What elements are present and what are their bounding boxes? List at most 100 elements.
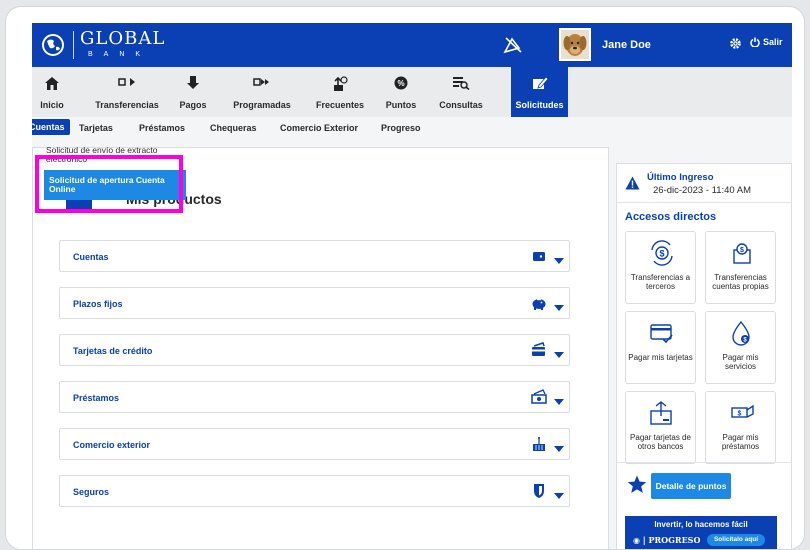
nav-label: Programadas: [233, 100, 291, 110]
tile-label: Transferencias a terceros: [630, 273, 691, 291]
chevron-down-icon[interactable]: [554, 305, 564, 311]
chevron-down-icon[interactable]: [554, 446, 564, 452]
warning-icon: [625, 176, 640, 190]
requests-icon: [532, 76, 548, 89]
queries-icon: [453, 77, 470, 90]
frequent-icon: [334, 76, 348, 91]
payments-icon: [187, 76, 199, 89]
chevron-down-icon[interactable]: [554, 352, 564, 358]
tile-label: Pagar mis préstamos: [721, 433, 760, 451]
transfer-icon: [118, 78, 135, 86]
nav-label: Pagos: [179, 100, 207, 110]
subtab-comercio-exterior[interactable]: Comercio Exterior: [280, 123, 358, 133]
money-bill-icon: [531, 389, 547, 404]
pay-card-icon: [650, 324, 673, 344]
svg-text:$: $: [740, 247, 744, 254]
chevron-down-icon[interactable]: [554, 399, 564, 405]
avatar[interactable]: [559, 28, 591, 61]
pay-loan-icon: $: [731, 404, 754, 418]
banner-tagline: Invertir, lo hacemos fácil: [654, 520, 748, 529]
tile-pagar-servicios[interactable]: $ Pagar mis servicios: [705, 311, 776, 384]
own-accounts-transfer-icon: $: [733, 243, 751, 264]
nav-label: Consultas: [439, 100, 483, 110]
tile-label: Pagar tarjetas de otros bancos: [630, 433, 691, 451]
chevron-down-icon[interactable]: [554, 493, 564, 499]
credit-card-icon: [532, 342, 545, 356]
user-name: Jane Doe: [602, 39, 651, 51]
tile-transferencias-terceros[interactable]: $ Transferencias a terceros: [625, 231, 696, 304]
logout-button[interactable]: Salir: [750, 37, 783, 47]
piggy-bank-icon: [532, 299, 546, 310]
banner-logo-text: PROGRESO: [648, 535, 701, 545]
product-label: Cuentas: [73, 252, 109, 262]
chevron-down-icon[interactable]: [554, 258, 564, 264]
product-label: Comercio exterior: [73, 440, 151, 450]
product-row-prestamos[interactable]: Préstamos: [59, 381, 570, 413]
svg-text:%: %: [397, 79, 404, 88]
app-window: GLOBAL BANK Jane Doe Salir Inicio Transf…: [32, 23, 792, 549]
svg-text:$: $: [659, 249, 664, 259]
tile-label: Pagar mis servicios: [722, 353, 759, 371]
product-row-comercio-exterior[interactable]: Comercio exterior: [59, 428, 570, 460]
nav-transferencias[interactable]: Transferencias: [92, 67, 162, 117]
globe-logo-icon: [42, 34, 64, 56]
last-login-date: 26-dic-2023 - 11:40 AM: [653, 185, 752, 196]
shield-icon: [534, 484, 544, 498]
tile-label: Pagar mis tarjetas: [628, 353, 693, 362]
product-row-tarjetas-credito[interactable]: Tarjetas de crédito: [59, 334, 570, 366]
points-detail-button[interactable]: Detalle de puntos: [651, 473, 731, 499]
tile-pagar-otros-bancos[interactable]: Pagar tarjetas de otros bancos: [625, 391, 696, 464]
points-icon: %: [394, 76, 408, 90]
brand-sub: BANK: [88, 51, 152, 58]
nav-pagos[interactable]: Pagos: [178, 67, 208, 117]
divider: [617, 462, 791, 463]
progreso-banner[interactable]: Invertir, lo hacemos fácil ◉ | PROGRESO …: [625, 516, 777, 549]
product-row-seguros[interactable]: Seguros: [59, 475, 570, 507]
banner-cta-button[interactable]: Solicítalo aquí: [707, 534, 765, 546]
home-icon: [45, 77, 59, 90]
product-label: Plazos fijos: [73, 299, 123, 309]
nav-puntos[interactable]: % Puntos: [384, 67, 418, 117]
star-icon: [627, 475, 647, 493]
subtab-cuentas[interactable]: Cuentas: [32, 119, 70, 135]
nav-inicio[interactable]: Inicio: [34, 67, 70, 117]
nav-programadas[interactable]: Programadas: [232, 67, 292, 117]
power-icon: [750, 37, 760, 47]
tile-label: Transferencias cuentas propias: [712, 273, 769, 291]
divider: [617, 202, 791, 203]
top-bar: GLOBAL BANK Jane Doe Salir: [32, 23, 792, 67]
highlight-box: [35, 155, 183, 213]
nav-consultas[interactable]: Consultas: [436, 67, 486, 117]
subtab-prestamos[interactable]: Préstamos: [139, 123, 185, 133]
browser-frame: GLOBAL BANK Jane Doe Salir Inicio Transf…: [5, 6, 805, 550]
nav-label: Inicio: [40, 100, 64, 110]
banner-logo: ◉ | PROGRESO: [633, 535, 700, 545]
gear-icon[interactable]: [729, 37, 742, 50]
quick-access-title: Accesos directos: [625, 211, 717, 223]
upload-card-icon: [650, 401, 672, 425]
tile-pagar-prestamos[interactable]: $ Pagar mis préstamos: [705, 391, 776, 464]
nav-frecuentes[interactable]: Frecuentes: [312, 67, 368, 117]
product-label: Préstamos: [73, 393, 120, 403]
subtab-progreso[interactable]: Progreso: [381, 123, 421, 133]
product-row-plazos-fijos[interactable]: Plazos fijos: [59, 287, 570, 319]
wallet-icon: [533, 252, 545, 261]
tile-transferencias-propias[interactable]: $ Transferencias cuentas propias: [705, 231, 776, 304]
water-drop-icon: $: [732, 320, 750, 346]
nav-label: Puntos: [385, 100, 417, 110]
product-row-cuentas[interactable]: Cuentas: [59, 240, 570, 272]
hide-balance-icon[interactable]: [503, 36, 523, 54]
globe-small-icon: ◉ |: [633, 535, 649, 545]
sub-nav: Cuentas Tarjetas Préstamos Chequeras Com…: [32, 119, 792, 141]
logout-label: Salir: [763, 37, 783, 47]
tile-pagar-tarjetas[interactable]: Pagar mis tarjetas: [625, 311, 696, 384]
transfer-third-party-icon: $: [651, 240, 673, 266]
last-login-title: Último Ingreso: [647, 172, 714, 183]
subtab-tarjetas[interactable]: Tarjetas: [79, 123, 113, 133]
scheduled-icon: [253, 78, 269, 86]
nav-label: Frecuentes: [315, 100, 365, 110]
nav-solicitudes[interactable]: Solicitudes: [511, 67, 568, 117]
cargo-icon: [533, 437, 545, 451]
brand-name: GLOBAL: [80, 28, 166, 49]
subtab-chequeras[interactable]: Chequeras: [210, 123, 257, 133]
